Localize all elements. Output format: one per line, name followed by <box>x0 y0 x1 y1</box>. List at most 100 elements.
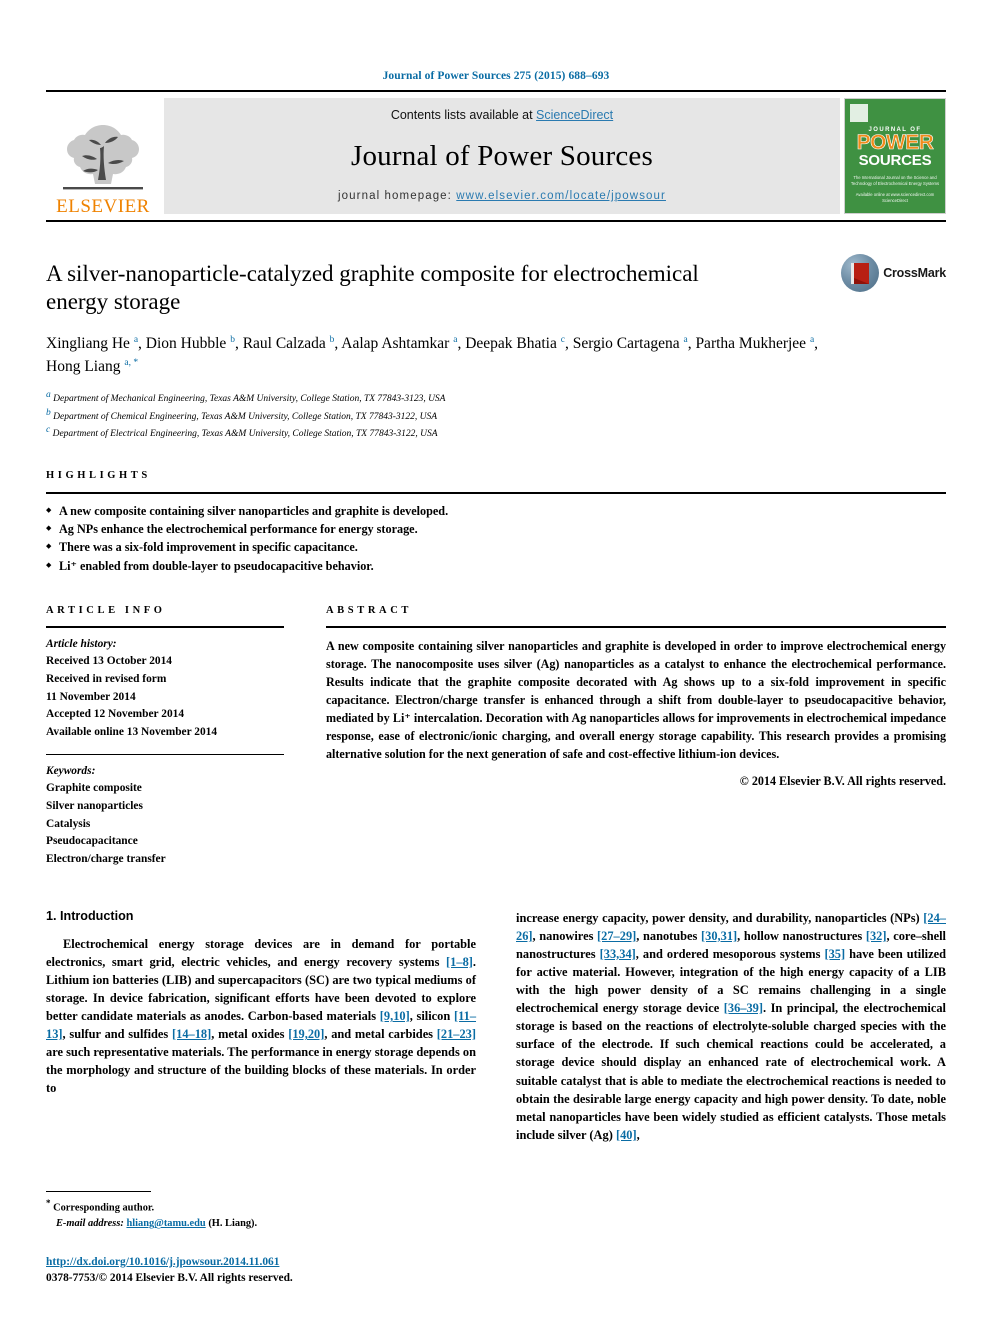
paragraph-text: , and metal carbides <box>324 1027 437 1042</box>
citation-link[interactable]: [30,31] <box>701 929 737 943</box>
journal-homepage-link[interactable]: www.elsevier.com/locate/jpowsour <box>456 190 666 202</box>
highlight-item: Li⁺ enabled from double-layer to pseudoc… <box>46 557 946 575</box>
abstract-divider <box>326 625 946 628</box>
paragraph-text: increase energy capacity, power density,… <box>516 910 924 925</box>
contents-lists-line: Contents lists available at ScienceDirec… <box>391 108 613 122</box>
citation-link[interactable]: [1–8] <box>446 955 473 969</box>
affiliation-item: a Department of Mechanical Engineering, … <box>46 389 446 404</box>
highlights-label: HIGHLIGHTS <box>46 470 151 482</box>
keyword-item: Electron/charge transfer <box>46 852 166 865</box>
journal-cover-thumbnail: JOURNAL OF POWER SOURCES The Internation… <box>844 98 946 214</box>
article-history-line: Accepted 12 November 2014 <box>46 708 185 721</box>
author-list: Xingliang He a, Dion Hubble b, Raul Calz… <box>46 334 819 376</box>
affiliation-mark: b <box>46 407 51 418</box>
cover-sources-word: SOURCES <box>858 151 932 169</box>
author-email-link[interactable]: hliang@tamu.edu <box>126 1218 205 1229</box>
corresponding-author-text: Corresponding author. <box>53 1202 155 1214</box>
affiliation-list: a Department of Mechanical Engineering, … <box>46 389 946 443</box>
doi-link[interactable]: http://dx.doi.org/10.1016/j.jpowsour.201… <box>46 1256 279 1268</box>
cover-footer-text: Available online at www.sciencedirect.co… <box>855 191 935 204</box>
paragraph-text: , <box>636 1127 640 1142</box>
running-head: Journal of Power Sources 275 (2015) 688–… <box>382 70 610 82</box>
footnote-asterisk-icon: * <box>46 1198 51 1209</box>
author-name: Deepak Bhatia <box>465 335 561 353</box>
citation-link[interactable]: [32] <box>866 929 887 943</box>
article-history-line: Available online 13 November 2014 <box>46 725 218 738</box>
citation-link[interactable]: [9,10] <box>380 1009 410 1023</box>
author-affiliation-mark: a, * <box>124 358 139 369</box>
author-affiliation-mark: a <box>809 334 815 345</box>
sciencedirect-link[interactable]: ScienceDirect <box>536 108 613 122</box>
keyword-item: Graphite composite <box>46 782 142 795</box>
keywords-divider <box>46 753 284 755</box>
highlights-divider <box>46 492 946 495</box>
email-label: E-mail address: <box>56 1218 124 1230</box>
keyword-item: Pseudocapacitance <box>46 835 138 848</box>
issn-copyright-line: 0378-7753/© 2014 Elsevier B.V. All right… <box>46 1272 293 1285</box>
citation-link[interactable]: [27–29] <box>597 929 636 943</box>
citation-link[interactable]: [40] <box>616 1128 637 1142</box>
doi-line[interactable]: http://dx.doi.org/10.1016/j.jpowsour.201… <box>46 1254 466 1271</box>
keywords-lines: Graphite composite Silver nanoparticles Ca… <box>46 780 326 868</box>
keyword-item: Silver nanoparticles <box>46 799 143 812</box>
cover-subtitle: The International Journal on the Science… <box>850 174 940 187</box>
citation-link[interactable]: [21–23] <box>437 1027 476 1041</box>
masthead-center: Contents lists available at ScienceDirec… <box>164 98 840 214</box>
citation-link[interactable]: [36–39] <box>724 1001 763 1015</box>
affiliation-mark: c <box>46 425 51 436</box>
keywords-label: Keywords: <box>46 764 96 777</box>
crossmark-badge[interactable]: CrossMark <box>841 254 946 292</box>
citation-link[interactable]: [14–18] <box>172 1027 211 1041</box>
paragraph-text: , sulfur and sulfides <box>62 1027 172 1042</box>
paragraph-text: , nanowires <box>532 928 598 943</box>
affiliation-item: b Department of Chemical Engineering, Te… <box>46 407 438 422</box>
author-affiliation-mark: a <box>683 334 688 345</box>
cover-power-word: POWER <box>856 131 934 154</box>
highlight-item: There was a six-fold improvement in spec… <box>46 538 946 556</box>
highlights-section: HIGHLIGHTS A new composite containing si… <box>46 470 946 574</box>
author-affiliation-mark: a <box>453 334 458 345</box>
author-name: Xingliang He <box>46 335 134 353</box>
author-name: Raul Calzada <box>242 335 330 353</box>
journal-homepage-line: journal homepage: www.elsevier.com/locat… <box>338 190 666 202</box>
author-name: Dion Hubble <box>145 335 231 353</box>
intro-paragraph-right: increase energy capacity, power density,… <box>516 909 946 1144</box>
abstract-column: ABSTRACT A new composite containing silv… <box>326 605 946 869</box>
crossmark-icon <box>841 254 880 292</box>
article-history-line: Received in revised form <box>46 672 167 685</box>
article-info-divider <box>46 625 284 628</box>
author-affiliation-mark: a <box>133 334 139 345</box>
highlight-item: Ag NPs enhance the electrochemical perfo… <box>46 520 946 538</box>
highlight-item: A new composite containing silver nanopa… <box>46 502 946 520</box>
page-footer: * Corresponding author. E-mail address: … <box>46 1191 466 1287</box>
intro-paragraph-left: Electrochemical energy storage devices a… <box>46 935 476 1098</box>
article-page: Journal of Power Sources 275 (2015) 688–… <box>0 0 992 1323</box>
cover-elsevier-mark-icon <box>850 104 868 122</box>
crossmark-label: CrossMark <box>883 266 946 280</box>
affiliation-item: c Department of Electrical Engineering, … <box>46 425 438 440</box>
citation-link[interactable]: [35] <box>824 947 845 961</box>
citation-link[interactable]: [19,20] <box>288 1027 324 1041</box>
paragraph-text: Electrochemical energy storage devices a… <box>46 936 476 969</box>
abstract-label: ABSTRACT <box>326 604 412 616</box>
article-history-line: Received 13 October 2014 <box>46 655 173 668</box>
author-name: Aalap Ashtamkar <box>341 335 454 353</box>
paragraph-text: , hollow nanostructures <box>737 928 866 943</box>
article-history-lines: Received 13 October 2014 Received in revi… <box>46 653 326 741</box>
section-heading-introduction: 1. Introduction <box>46 908 134 923</box>
body-column-left: 1. Introduction Electrochemical energy s… <box>46 909 476 1144</box>
keyword-item: Catalysis <box>46 817 91 830</box>
elsevier-wordmark: ELSEVIER <box>56 196 150 217</box>
paragraph-text: , silicon <box>409 1009 454 1024</box>
contents-lists-prefix: Contents lists available at <box>390 108 537 122</box>
highlights-list: A new composite containing silver nanopa… <box>46 502 946 574</box>
author-affiliation-mark: c <box>560 334 565 345</box>
author-affiliation-mark: b <box>230 334 235 345</box>
citation-link[interactable]: [33,34] <box>600 947 636 961</box>
article-history-line: 11 November 2014 <box>46 690 136 703</box>
paragraph-text: , nanotubes <box>636 928 702 943</box>
email-suffix: (H. Liang). <box>208 1218 258 1230</box>
article-history-label: Article history: <box>46 637 117 650</box>
elsevier-logo: ELSEVIER <box>46 92 160 220</box>
corresponding-author-note: * Corresponding author. E-mail address: … <box>46 1197 466 1232</box>
